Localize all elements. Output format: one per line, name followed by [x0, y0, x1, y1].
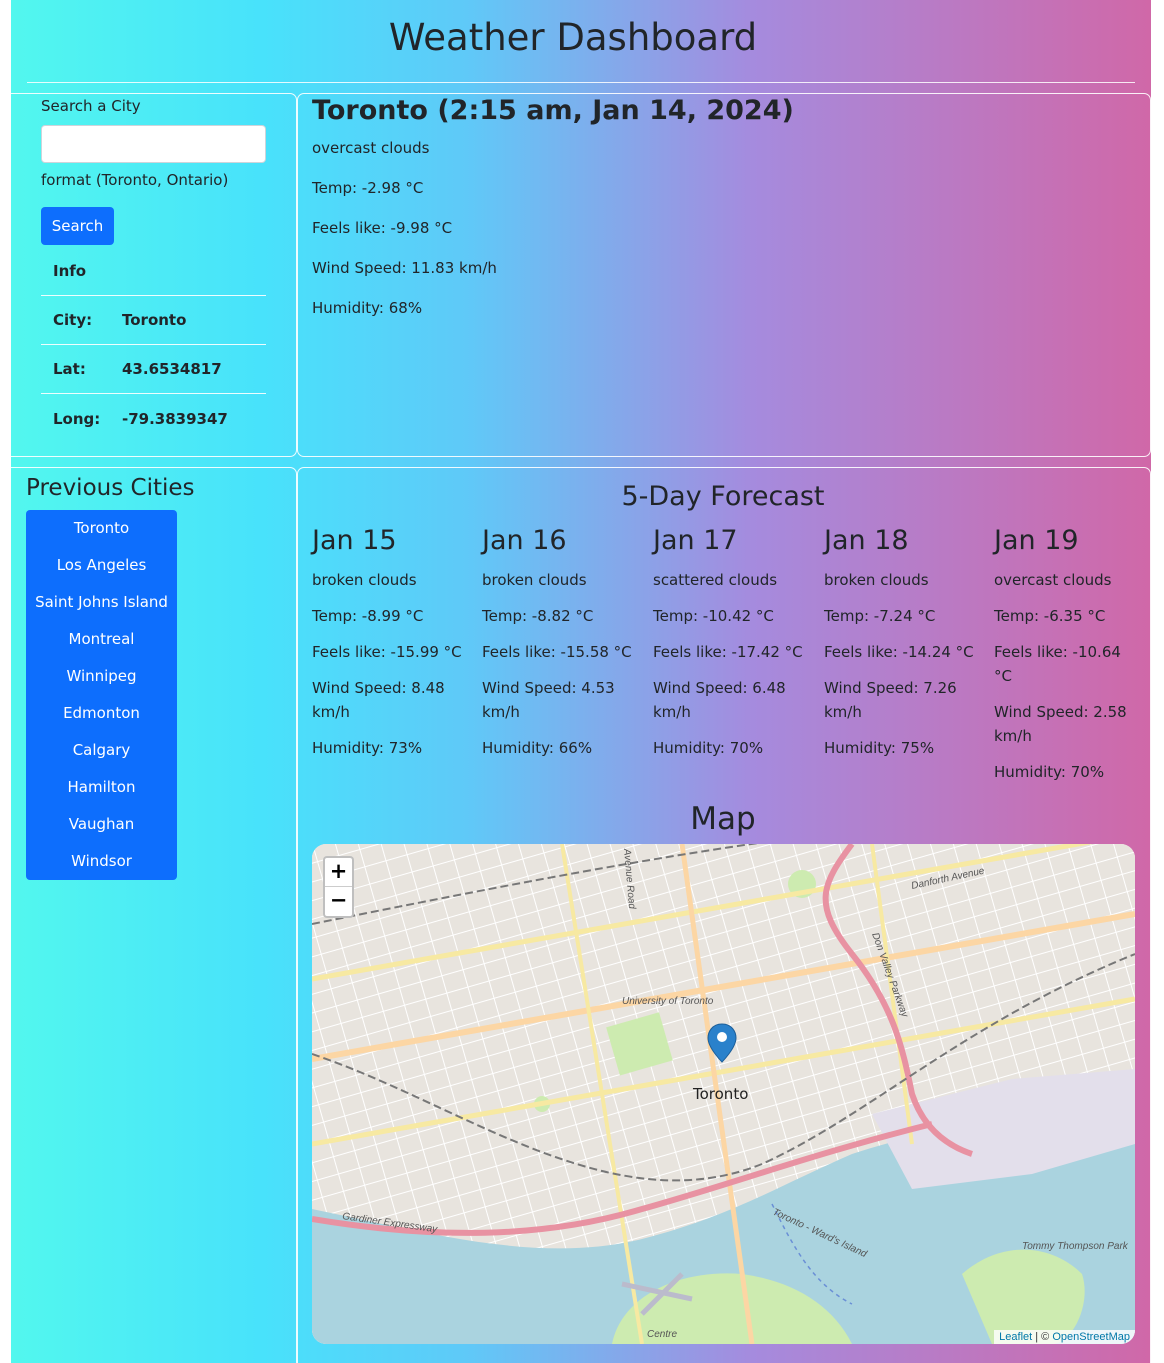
forecast-date: Jan 19	[994, 525, 1079, 556]
previous-cities-list: Toronto Los Angeles Saint Johns Island M…	[26, 510, 177, 880]
map-marker-label: Toronto	[693, 1085, 749, 1103]
current-temp: Temp: -2.98 °C	[312, 179, 424, 197]
forecast-wind-speed: Wind Speed: 2.58 km/h	[994, 703, 1127, 745]
forecast-title: 5-Day Forecast	[621, 481, 825, 512]
map-street-label: University of Toronto	[622, 996, 714, 1007]
zoom-in-button[interactable]: +	[325, 858, 352, 887]
current-humidity: Humidity: 68%	[312, 299, 423, 317]
forecast-description: overcast clouds	[994, 571, 1112, 589]
dashboard-page: Weather Dashboard Search a City format (…	[11, 0, 1151, 1363]
city-button-vaughan[interactable]: Vaughan	[26, 806, 177, 843]
city-button-toronto[interactable]: Toronto	[26, 510, 177, 547]
city-button-winnipeg[interactable]: Winnipeg	[26, 658, 177, 695]
map-view[interactable]: Danforth Avenue Don Valley Parkway Univers…	[312, 844, 1135, 1344]
info-key: Lat:	[53, 360, 86, 378]
forecast-temp: Temp: -6.35 °C	[994, 607, 1106, 625]
page-title: Weather Dashboard	[388, 16, 758, 59]
info-row-long: Long: -79.3839347	[41, 394, 266, 443]
city-button-calgary[interactable]: Calgary	[26, 732, 177, 769]
forecast-wind-speed: Wind Speed: 6.48 km/h	[653, 679, 786, 721]
forecast-humidity: Humidity: 66%	[482, 739, 593, 757]
info-table: Info City: Toronto Lat: 43.6534817 Long:…	[41, 247, 266, 443]
info-heading: Info	[53, 262, 87, 280]
forecast-feels-like: Feels like: -15.58 °C	[482, 643, 632, 661]
info-heading-row: Info	[41, 247, 266, 296]
forecast-date: Jan 17	[653, 525, 738, 556]
header-divider	[27, 82, 1135, 83]
forecast-date: Jan 18	[824, 525, 909, 556]
info-row-city: City: Toronto	[41, 296, 266, 345]
forecast-wind-speed: Wind Speed: 7.26 km/h	[824, 679, 957, 721]
city-button-montreal[interactable]: Montreal	[26, 621, 177, 658]
attribution-separator: | ©	[1032, 1331, 1053, 1343]
openstreetmap-link[interactable]: OpenStreetMap	[1052, 1331, 1130, 1343]
city-button-windsor[interactable]: Windsor	[26, 843, 177, 880]
forecast-date: Jan 15	[312, 525, 397, 556]
forecast-temp: Temp: -7.24 °C	[824, 607, 936, 625]
forecast-day: Jan 16 broken clouds Temp: -8.82 °C Feel…	[482, 524, 647, 760]
forecast-day: Jan 18 broken clouds Temp: -7.24 °C Feel…	[824, 524, 989, 760]
map-zoom-control: + −	[323, 856, 354, 918]
forecast-wind-speed: Wind Speed: 4.53 km/h	[482, 679, 615, 721]
forecast-humidity: Humidity: 73%	[312, 739, 423, 757]
forecast-feels-like: Feels like: -10.64 °C	[994, 643, 1121, 685]
search-button[interactable]: Search	[41, 207, 114, 245]
forecast-feels-like: Feels like: -14.24 °C	[824, 643, 974, 661]
forecast-feels-like: Feels like: -17.42 °C	[653, 643, 803, 661]
info-value: -79.3839347	[122, 409, 228, 428]
forecast-date: Jan 16	[482, 525, 567, 556]
previous-cities-title: Previous Cities	[26, 475, 195, 501]
zoom-out-button[interactable]: −	[325, 887, 352, 916]
forecast-feels-like: Feels like: -15.99 °C	[312, 643, 462, 661]
forecast-description: broken clouds	[482, 571, 587, 589]
map-title: Map	[690, 801, 756, 837]
city-button-saint-johns-island[interactable]: Saint Johns Island	[26, 584, 177, 621]
forecast-humidity: Humidity: 75%	[824, 739, 935, 757]
search-format-hint: format (Toronto, Ontario)	[41, 171, 229, 189]
forecast-temp: Temp: -8.99 °C	[312, 607, 424, 625]
info-value: 43.6534817	[122, 360, 222, 378]
search-label: Search a City	[41, 97, 141, 115]
city-button-edmonton[interactable]: Edmonton	[26, 695, 177, 732]
city-search-input[interactable]	[41, 125, 266, 163]
city-button-hamilton[interactable]: Hamilton	[26, 769, 177, 806]
info-key: City:	[53, 311, 93, 329]
city-button-los-angeles[interactable]: Los Angeles	[26, 547, 177, 584]
map-street-label: Centre	[647, 1329, 677, 1340]
map-attribution: Leaflet | © OpenStreetMap	[994, 1330, 1135, 1344]
forecast-wind-speed: Wind Speed: 8.48 km/h	[312, 679, 445, 721]
current-wind-speed: Wind Speed: 11.83 km/h	[312, 259, 497, 277]
info-key: Long:	[53, 409, 101, 428]
forecast-description: broken clouds	[312, 571, 417, 589]
current-city-title: Toronto (2:15 am, Jan 14, 2024)	[312, 95, 794, 126]
current-description: overcast clouds	[312, 139, 430, 157]
info-value: Toronto	[122, 311, 187, 329]
forecast-day: Jan 15 broken clouds Temp: -8.99 °C Feel…	[312, 524, 477, 760]
forecast-description: scattered clouds	[653, 571, 778, 589]
current-feels-like: Feels like: -9.98 °C	[312, 219, 453, 237]
info-row-lat: Lat: 43.6534817	[41, 345, 266, 394]
leaflet-link[interactable]: Leaflet	[999, 1331, 1032, 1343]
forecast-temp: Temp: -10.42 °C	[653, 607, 774, 625]
forecast-humidity: Humidity: 70%	[994, 763, 1105, 781]
forecast-humidity: Humidity: 70%	[653, 739, 764, 757]
forecast-description: broken clouds	[824, 571, 929, 589]
forecast-day: Jan 17 scattered clouds Temp: -10.42 °C …	[653, 524, 818, 760]
map-street-label: Tommy Thompson Park	[1022, 1241, 1129, 1252]
forecast-day: Jan 19 overcast clouds Temp: -6.35 °C Fe…	[994, 524, 1139, 784]
forecast-temp: Temp: -8.82 °C	[482, 607, 594, 625]
